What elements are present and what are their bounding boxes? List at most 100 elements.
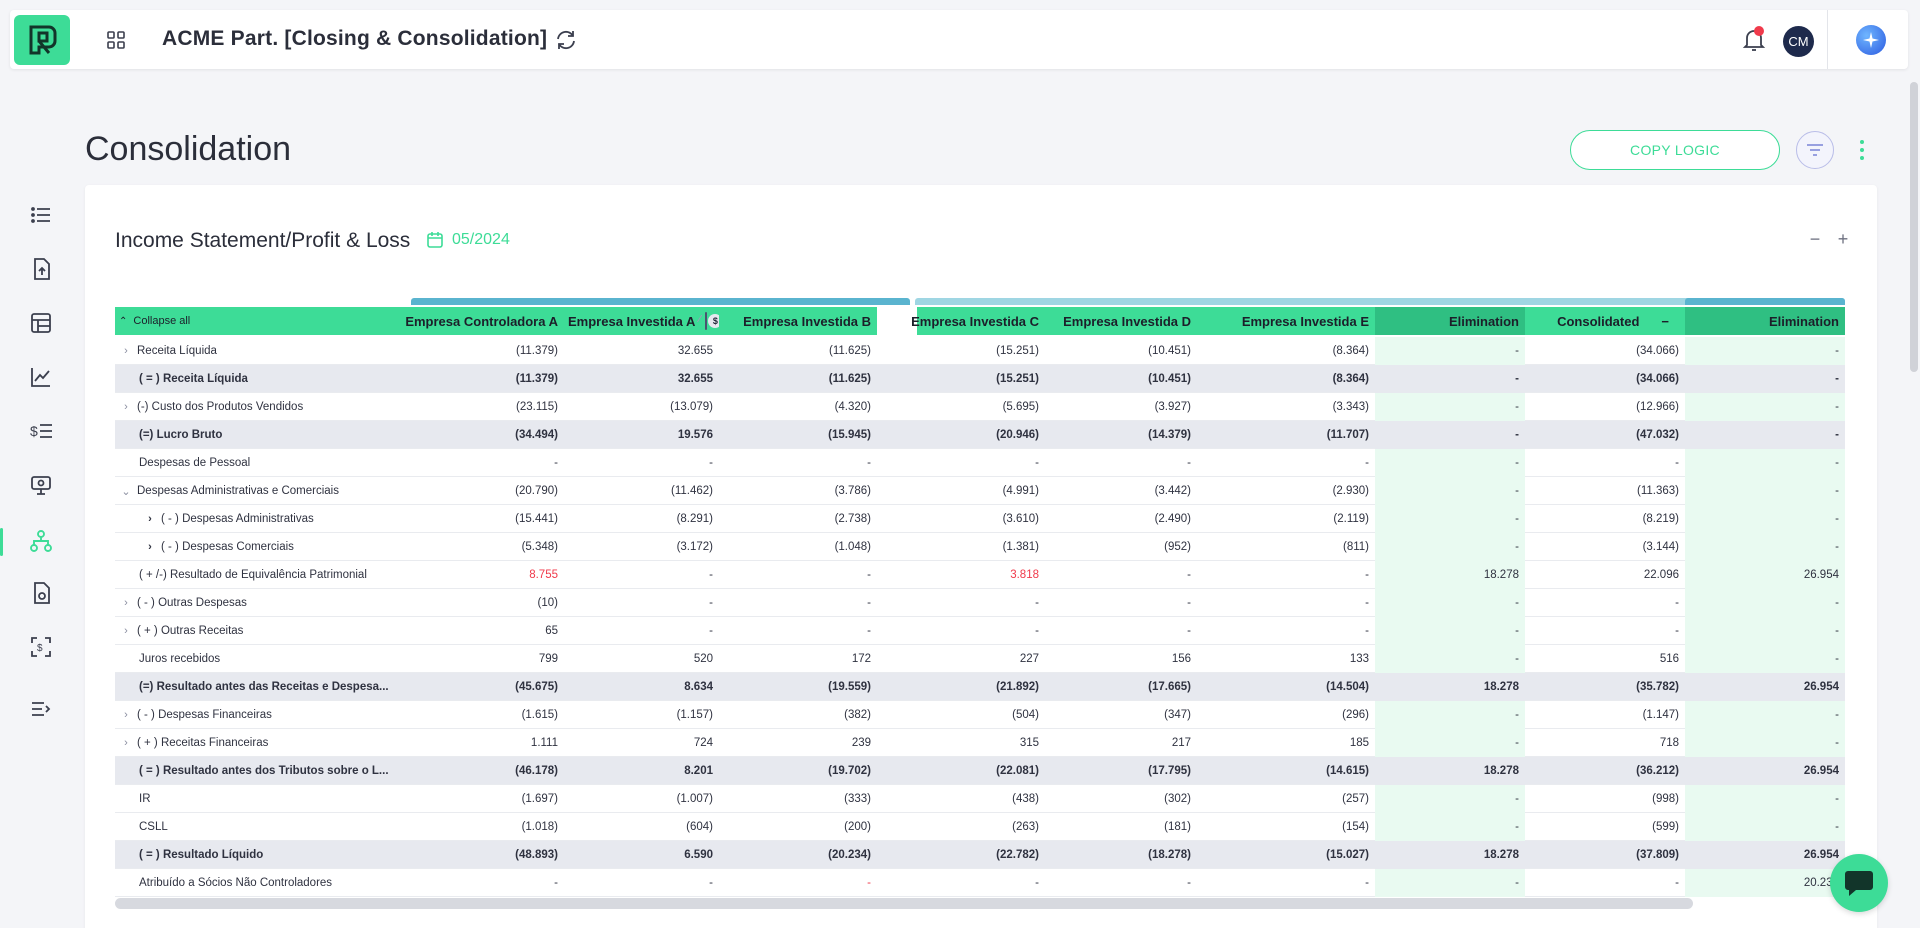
document-chart-icon[interactable] [28, 580, 54, 606]
column-header[interactable]: Elimination [1375, 307, 1525, 335]
column-header-label: Empresa Investida D [1063, 313, 1191, 329]
row-label: IR [139, 793, 151, 805]
table-cell: (11.379) [516, 345, 558, 357]
table-row[interactable]: Despesas de Pessoal - - - - - - - - - [115, 449, 1845, 477]
chevron-right-icon[interactable]: › [121, 737, 131, 749]
table-cell: 239 [851, 737, 871, 749]
copy-logic-button[interactable]: COPY LOGIC [1570, 130, 1780, 170]
table-cell: 32.655 [677, 345, 713, 357]
table-cell: - [1375, 729, 1525, 757]
list-icon[interactable] [28, 202, 54, 228]
currency-list-icon[interactable]: $ [28, 418, 54, 444]
expand-arrows-icon[interactable]: $ [28, 634, 54, 660]
file-upload-icon[interactable] [28, 256, 54, 282]
date-value: 05/2024 [452, 231, 510, 248]
chevron-right-icon[interactable]: › [121, 709, 131, 721]
collapse-column-button[interactable]: − [1661, 314, 1669, 329]
avatar[interactable]: CM [1783, 26, 1814, 57]
table-cell: (382) [844, 709, 871, 721]
monitor-icon[interactable] [28, 472, 54, 498]
table-row[interactable]: CSLL (1.018) (604) (200) (263) (181) (154) - (59… [115, 813, 1845, 841]
chat-icon[interactable] [1830, 854, 1888, 912]
hierarchy-icon[interactable] [28, 528, 54, 554]
table-cell: - [1035, 597, 1039, 609]
table-row[interactable]: › ( + ) Receitas Financeiras 1.111 724 239 31… [115, 729, 1845, 757]
chevron-right-icon[interactable]: › [121, 401, 131, 413]
table-cell: - [867, 569, 871, 581]
row-label-cell: ( + /-) Resultado de Equivalência Patrim… [115, 561, 411, 589]
table-cell: (5.695) [1002, 401, 1039, 413]
table-row[interactable]: (=) Resultado antes das Receitas e Despe… [115, 673, 1845, 701]
table-row[interactable]: ›( + ) Outras Receitas 65- - - - - - - - [115, 617, 1845, 645]
table-row[interactable]: ( = ) Receita Líquida (11.379) 32.655 (11.6… [115, 365, 1845, 393]
refresh-icon[interactable] [554, 28, 578, 52]
table-cell: - [709, 569, 713, 581]
collapse-rows-button[interactable]: − [1807, 229, 1823, 250]
menu-expand-icon[interactable] [28, 696, 54, 722]
table-cell: (1.048) [834, 541, 871, 553]
collapse-all-button[interactable]: ⌃ Collapse all [115, 307, 411, 335]
table-row[interactable]: ( + /-) Resultado de Equivalência Patrim… [115, 561, 1845, 589]
table-cell: - [1365, 569, 1369, 581]
column-header[interactable]: Elimination [1685, 307, 1845, 335]
grid-icon[interactable] [106, 30, 126, 50]
table-row[interactable]: › (-) Custo dos Produtos Vendidos (23.115)… [115, 393, 1845, 421]
table-cell: 315 [1019, 737, 1039, 749]
table-row[interactable]: ( = ) Resultado Líquido (48.893) 6.590 (20.… [115, 841, 1845, 869]
column-header[interactable]: Empresa Investida A $ ⁄ [564, 307, 723, 335]
row-label: ( + /-) Resultado de Equivalência Patrim… [139, 569, 367, 581]
row-label-cell: ( = ) Resultado antes dos Tributos sobre… [115, 757, 411, 785]
table-cell: (8.219) [1642, 513, 1679, 525]
table-cell: 133 [1349, 653, 1369, 665]
chart-line-icon[interactable] [28, 364, 54, 390]
table-cell: (11.625) [829, 345, 871, 357]
table-cell: - [554, 457, 558, 469]
table-row[interactable]: ›( - ) Outras Despesas (10) - - - - - - - - [115, 589, 1845, 617]
table-row[interactable]: Atribuído a Sócios Não Controladores - - - -… [115, 869, 1845, 897]
ledger-icon[interactable] [28, 310, 54, 336]
table-cell: (1.381) [1002, 541, 1039, 553]
row-label: CSLL [139, 821, 168, 833]
filter-icon[interactable] [1796, 131, 1834, 169]
date-picker[interactable]: 05/2024 [426, 231, 510, 249]
chevron-right-icon[interactable]: › [121, 597, 131, 609]
table-cell: (10.451) [1148, 345, 1191, 357]
column-header[interactable]: Empresa Investida E [1197, 307, 1375, 335]
row-label-cell: (=) Resultado antes das Receitas e Despe… [115, 673, 411, 701]
table-cell: (438) [1012, 793, 1039, 805]
table-row[interactable]: › ( - ) Despesas Administrativas (15.441) (… [115, 505, 1845, 533]
chevron-down-icon[interactable]: ⌄ [121, 485, 131, 498]
chevron-right-icon[interactable]: › [121, 345, 131, 357]
table-cell: (263) [1012, 821, 1039, 833]
column-header[interactable]: Empresa Investida B [719, 307, 877, 335]
table-cell: - [1685, 337, 1845, 365]
sparkle-icon[interactable] [1856, 25, 1886, 55]
chevron-right-icon[interactable]: › [145, 513, 155, 525]
table-row[interactable]: IR (1.697) (1.007) (333) (438) (302) (257) - (99… [115, 785, 1845, 813]
row-label: ( + ) Outras Receitas [137, 625, 244, 637]
column-header[interactable]: Consolidated − [1525, 307, 1685, 335]
chevron-right-icon[interactable]: › [121, 625, 131, 637]
logo-icon[interactable] [14, 15, 70, 65]
table-row[interactable]: Juros recebidos 799 520 172 227 156 133-516- [115, 645, 1845, 673]
table-row[interactable]: ⌄ Despesas Administrativas e Comerciais (2… [115, 477, 1845, 505]
currency-toggle[interactable]: $ ⁄ [699, 312, 723, 330]
expand-rows-button[interactable]: + [1835, 229, 1851, 250]
table-row[interactable]: › ( - ) Despesas Financeiras (1.615) (1.157… [115, 701, 1845, 729]
more-options-button[interactable] [1852, 136, 1872, 164]
row-label-cell: Atribuído a Sócios Não Controladores [115, 869, 411, 897]
chevron-right-icon[interactable]: › [145, 541, 155, 553]
table-row[interactable]: ( = ) Resultado antes dos Tributos sobre… [115, 757, 1845, 785]
table-cell: (1.157) [676, 709, 713, 721]
column-header[interactable]: Empresa Investida D [1045, 307, 1197, 335]
horizontal-scrollbar[interactable] [115, 898, 1693, 909]
table-cell: (18.278) [1148, 849, 1191, 861]
column-header[interactable]: Empresa Controladora A [405, 307, 564, 335]
table-row[interactable]: › Receita Líquida (11.379) 32.655 (11.625) (1… [115, 337, 1845, 365]
column-header[interactable]: Empresa Investida C [911, 307, 1045, 335]
table-row[interactable]: (=) Lucro Bruto (34.494) 19.576 (15.945) (20… [115, 421, 1845, 449]
table-row[interactable]: › ( - ) Despesas Comerciais (5.348) (3.172)… [115, 533, 1845, 561]
table-cell: (12.966) [1636, 401, 1679, 413]
table-cell: (952) [1164, 541, 1191, 553]
vertical-scrollbar[interactable] [1910, 82, 1918, 372]
